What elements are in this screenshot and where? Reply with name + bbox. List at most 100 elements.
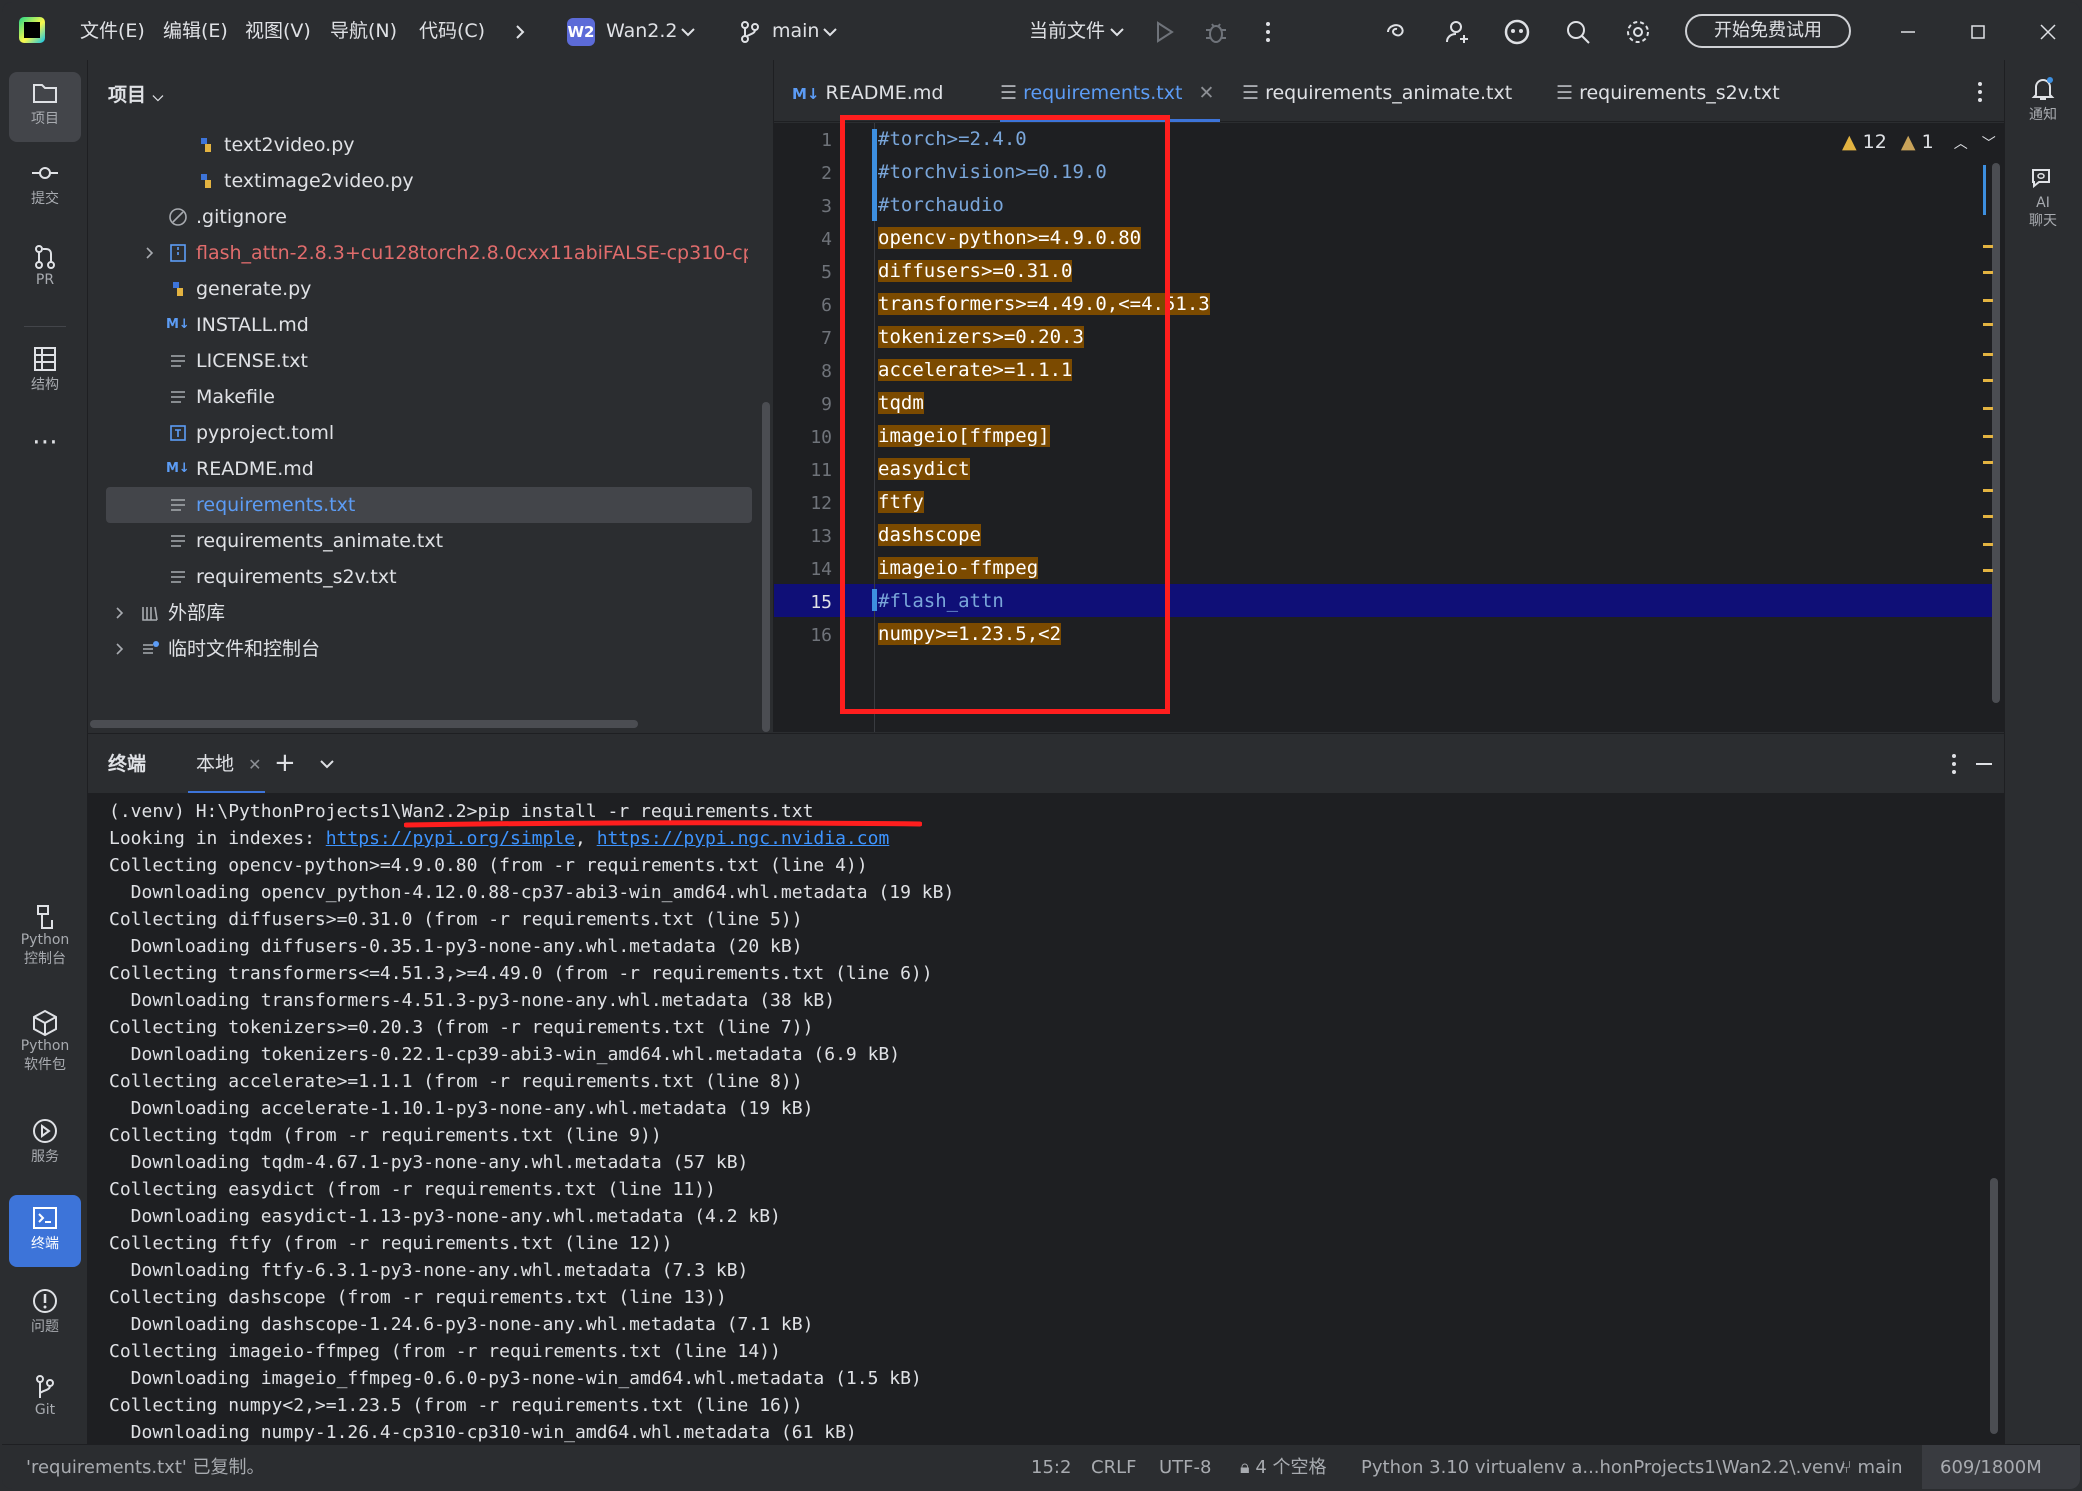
code-editor[interactable]: 1 #torch>=2.4.0 2 #torchvision>=0.19.0 3… (774, 115, 2004, 732)
ai-assistant-icon[interactable] (1383, 18, 1411, 46)
python-interpreter[interactable]: Python 3.10 virtualenv a...honProjects1\… (1361, 1445, 1845, 1489)
new-terminal-tab-icon[interactable]: + (274, 734, 296, 792)
more-vertical-icon[interactable] (1254, 18, 1282, 46)
file-encoding[interactable]: UTF-8 (1159, 1445, 1211, 1489)
toolwindow-python-console[interactable]: Python 控制台 (9, 902, 81, 986)
chevron-right-icon[interactable] (110, 603, 130, 623)
tree-item[interactable]: requirements_animate.txt (88, 523, 748, 559)
tree-item-selected[interactable]: requirements.txt (106, 487, 752, 523)
memory-indicator[interactable]: 609/1800M (1922, 1445, 2080, 1489)
toolwindow-terminal[interactable]: 终端 (9, 1195, 81, 1267)
chevron-down-icon[interactable]: ﹀ (1982, 136, 1996, 152)
close-tab-icon[interactable]: ✕ (248, 755, 261, 774)
line-separator[interactable]: CRLF (1091, 1445, 1136, 1489)
maximize-icon[interactable] (1964, 18, 1992, 46)
chevron-down-icon[interactable] (1103, 18, 1131, 46)
tab-requirements-s2v[interactable]: ☰ requirements_s2v.txt (1556, 60, 1780, 122)
terminal-tab-local[interactable]: 本地 ✕ (188, 734, 266, 794)
tree-item[interactable]: 临时文件和控制台 (88, 631, 748, 667)
tree-item[interactable]: M↓ INSTALL.md (88, 307, 748, 343)
toolwindow-python-packages[interactable]: Python 软件包 (9, 1008, 81, 1092)
chevron-down-icon[interactable] (816, 18, 844, 46)
tree-item[interactable]: text2video.py (88, 127, 748, 163)
toolwindow-project[interactable]: 项目 (9, 72, 81, 142)
tree-item[interactable]: M↓ README.md (88, 451, 748, 487)
terminal-line: Collecting dashscope (from -r requiremen… (109, 1287, 727, 1308)
close-tab-icon[interactable]: ✕ (1198, 82, 1214, 104)
project-badge[interactable]: W2 (567, 18, 595, 46)
tree-item[interactable]: 外部库 (88, 595, 748, 631)
tab-requirements[interactable]: ☰ requirements.txt ✕ (1000, 60, 1221, 122)
tree-item[interactable]: .gitignore (88, 199, 748, 235)
terminal-scrollbar[interactable] (1990, 1178, 1998, 1434)
hide-panel-icon[interactable] (1970, 750, 1998, 778)
tree-item[interactable]: LICENSE.txt (88, 343, 748, 379)
toolwindow-pr[interactable]: PR (9, 242, 81, 304)
chevron-right-icon[interactable] (506, 18, 534, 46)
start-trial-button[interactable]: 开始免费试用 (1685, 14, 1851, 48)
project-panel-title[interactable]: 项目 ⌵ (108, 80, 163, 107)
index-link[interactable]: https://pypi.ngc.nvidia.com (597, 828, 890, 849)
minimize-icon[interactable] (1894, 18, 1922, 46)
indent-setting[interactable]: 🔒︎ 4 个空格 (1240, 1445, 1327, 1489)
toolwindow-problems[interactable]: 问题 (9, 1286, 81, 1348)
terminal-line: Downloading tokenizers-0.22.1-cp39-abi3-… (109, 1044, 901, 1065)
tree-item[interactable]: flash_attn-2.8.3+cu128torch2.8.0cxx11abi… (88, 235, 748, 271)
menu-file[interactable]: 文件(E) (80, 2, 145, 60)
run-config[interactable]: 当前文件 (1029, 2, 1105, 60)
add-user-icon[interactable] (1444, 18, 1472, 46)
chevron-right-icon[interactable] (110, 639, 130, 659)
more-tools-icon[interactable]: ⋯ (9, 429, 81, 462)
pycharm-logo-icon[interactable] (19, 17, 45, 43)
line-number: 6 (821, 295, 832, 316)
menu-code[interactable]: 代码(C) (419, 2, 485, 60)
tab-readme[interactable]: M↓ README.md (792, 60, 943, 122)
toolwindow-git[interactable]: Git (9, 1372, 81, 1434)
tree-item[interactable]: textimage2video.py (88, 163, 748, 199)
chevron-down-icon[interactable]: ⌵ (153, 89, 164, 105)
debug-icon[interactable] (1202, 18, 1230, 46)
tab-requirements-animate[interactable]: ☰ requirements_animate.txt (1242, 60, 1512, 122)
chevron-up-icon[interactable]: ︿ (1954, 136, 1968, 152)
toolwindow-notifications[interactable]: 通知 (2011, 74, 2075, 124)
terminal-output[interactable]: (.venv) H:\PythonProjects1\Wan2.2>pip in… (88, 793, 2004, 1444)
scroll-marker-warning (1983, 515, 1993, 518)
index-link[interactable]: https://pypi.org/simple (326, 828, 575, 849)
branch-icon[interactable] (736, 18, 764, 46)
menu-view[interactable]: 视图(V) (245, 2, 311, 60)
inspection-widget[interactable]: ▲ 12 ▲ 1 ︿ ﹀ (1842, 131, 1996, 153)
more-vertical-icon[interactable] (1966, 78, 1994, 106)
project-name[interactable]: Wan2.2 (606, 2, 677, 60)
settings-gear-icon[interactable] (1624, 18, 1652, 46)
toolwindow-commit[interactable]: 提交 (9, 158, 81, 220)
copilot-icon[interactable] (1503, 18, 1531, 46)
tree-vertical-scrollbar[interactable] (762, 402, 770, 732)
editor-vertical-scrollbar[interactable] (1992, 163, 2000, 703)
chevron-down-icon[interactable] (314, 751, 340, 777)
menu-edit[interactable]: 编辑(E) (163, 2, 228, 60)
terminal-line: Collecting easydict (from -r requirement… (109, 1179, 716, 1200)
tree-horizontal-scrollbar[interactable] (90, 720, 638, 728)
run-icon[interactable] (1150, 18, 1178, 46)
chevron-right-icon[interactable] (140, 243, 160, 263)
vcs-branch[interactable]: ⑂ main (1841, 1445, 1903, 1489)
tree-item[interactable]: Makefile (88, 379, 748, 415)
tree-item[interactable]: requirements_s2v.txt (88, 559, 748, 595)
search-icon[interactable] (1564, 18, 1592, 46)
toolwindow-services[interactable]: 服务 (9, 1116, 81, 1178)
terminal-line: Downloading tqdm-4.67.1-py3-none-any.whl… (109, 1152, 749, 1173)
toolwindow-structure-label: 结构 (31, 377, 59, 393)
branch-name[interactable]: main (772, 2, 819, 60)
tree-item[interactable]: generate.py (88, 271, 748, 307)
caret-position[interactable]: 15:2 (1031, 1445, 1071, 1489)
menu-navigate[interactable]: 导航(N) (330, 2, 397, 60)
chevron-down-icon[interactable] (674, 18, 702, 46)
toolwindow-ai-chat[interactable]: AI 聊天 (2011, 164, 2075, 230)
tree-item[interactable]: pyproject.toml (88, 415, 748, 451)
tree-item-label: requirements_s2v.txt (196, 566, 397, 588)
close-icon[interactable] (2034, 18, 2062, 46)
terminal-line: Collecting accelerate>=1.1.1 (from -r re… (109, 1071, 803, 1092)
scroll-marker-warning (1983, 489, 1993, 492)
toolwindow-structure[interactable]: 结构 (9, 344, 81, 406)
more-vertical-icon[interactable] (1940, 750, 1968, 778)
